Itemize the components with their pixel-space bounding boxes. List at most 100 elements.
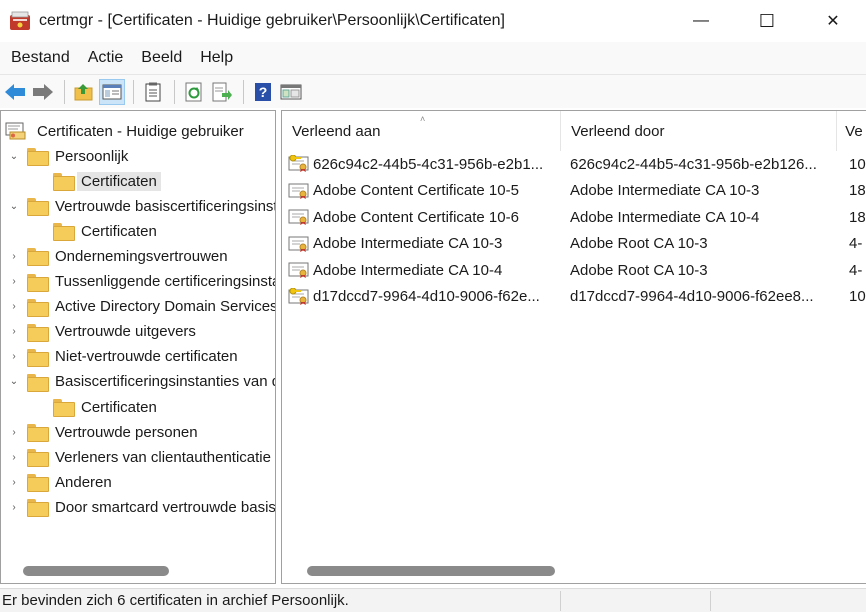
table-row[interactable]: Adobe Content Certificate 10-6 Adobe Inte… (282, 204, 866, 230)
collapse-chevron-icon[interactable]: › (7, 301, 21, 312)
cell-expiration: 4- (849, 235, 863, 252)
expand-chevron-icon[interactable]: ⌄ (7, 376, 21, 387)
collapse-chevron-icon[interactable]: › (7, 251, 21, 262)
properties-button[interactable] (140, 79, 166, 105)
cell-issued-to: Adobe Content Certificate 10-5 (313, 182, 519, 199)
certificate-icon (288, 182, 310, 200)
tree-item-label: Active Directory Domain Services (55, 298, 276, 316)
tree-item[interactable]: › Verleners van clientauthenticatie (7, 445, 275, 469)
back-button[interactable] (2, 79, 28, 105)
toolbar-separator (174, 79, 175, 104)
tree-item-label: Basiscertificeringsinstanties van derden (55, 373, 275, 391)
key-certificate-icon (288, 287, 310, 306)
maximize-button[interactable]: ☐ (734, 0, 800, 42)
cell-expiration: 4- (849, 261, 863, 279)
folder-icon (27, 424, 49, 443)
tree-item[interactable]: › Ondernemingsvertrouwen (7, 244, 232, 268)
export-list-icon (212, 82, 232, 101)
console-tree-pane[interactable]: Certificaten - Huidige gebruiker ⌄ Persoo… (0, 110, 276, 584)
tree-item[interactable]: Certificaten (33, 395, 161, 419)
show-hide-tree-button[interactable] (99, 78, 125, 105)
menu-help[interactable]: Help (191, 49, 242, 67)
column-label: Ve (845, 122, 863, 140)
tree-horizontal-scrollbar-thumb[interactable] (23, 566, 169, 576)
folder-icon (27, 273, 49, 292)
tree-item[interactable]: Certificaten (33, 219, 161, 243)
menu-beeld[interactable]: Beeld (132, 49, 191, 67)
menu-bestand[interactable]: Bestand (2, 49, 79, 67)
tree-item-label: Niet-vertrouwde certificaten (55, 348, 238, 366)
collapse-chevron-icon[interactable]: › (7, 452, 21, 463)
tree-item[interactable]: › Vertrouwde uitgevers (7, 320, 200, 344)
toolbar-separator (133, 79, 134, 104)
tree-item[interactable]: › Niet-vertrouwde certificaten (7, 345, 242, 369)
table-row[interactable]: Adobe Intermediate CA 10-4 Adobe Root CA … (282, 257, 866, 283)
table-row[interactable]: Adobe Intermediate CA 10-3 Adobe Root CA … (282, 231, 866, 257)
cell-expiration: 10 (849, 288, 866, 305)
sort-ascending-icon: ˄ (420, 114, 426, 124)
list-horizontal-scrollbar-thumb[interactable] (307, 566, 555, 576)
tree-item-label: Certificaten (81, 222, 157, 240)
menu-actie[interactable]: Actie (79, 49, 133, 67)
tree-item[interactable]: ⌄ Vertrouwde basiscertificeringsinstantie… (7, 194, 275, 218)
minimize-button[interactable]: — (668, 0, 734, 42)
expand-chevron-icon[interactable]: ⌄ (7, 201, 21, 212)
export-list-button[interactable] (209, 79, 235, 105)
column-header-expiration[interactable]: Ve (837, 111, 866, 151)
certificate-icon (288, 261, 310, 279)
status-divider (710, 591, 711, 611)
tree-item[interactable]: › Door smartcard vertrouwde basiscertific… (7, 495, 276, 519)
column-label: Verleend door (571, 122, 665, 140)
table-row[interactable]: 626c94c2-44b5-4c31-956b-e2b1... 626c94c2-… (282, 151, 866, 177)
tree-item-label: Ondernemingsvertrouwen (55, 247, 228, 265)
collapse-chevron-icon[interactable]: › (7, 477, 21, 488)
close-button[interactable]: ✕ (800, 0, 866, 42)
svg-text:?: ? (259, 84, 268, 100)
tree-item-label: Certificaten (81, 398, 157, 416)
certificate-icon (288, 235, 310, 253)
tree-root-label: Certificaten - Huidige gebruiker (37, 122, 244, 140)
cell-issued-by: d17dccd7-9964-4d10-9006-f62ee8... (570, 288, 814, 305)
tree-item[interactable]: › Anderen (7, 470, 116, 494)
up-folder-button[interactable] (71, 79, 97, 105)
tree-item[interactable]: Certificaten (33, 169, 161, 193)
refresh-button[interactable] (181, 79, 207, 105)
cell-issued-by: Adobe Intermediate CA 10-3 (570, 182, 760, 199)
tree-root[interactable]: Certificaten - Huidige gebruiker (5, 119, 248, 143)
tree-item[interactable]: ⌄ Basiscertificeringsinstanties van derde… (7, 370, 275, 394)
collapse-chevron-icon[interactable]: › (7, 276, 21, 287)
help-icon: ? (255, 82, 271, 101)
collapse-chevron-icon[interactable]: › (7, 326, 21, 337)
tree-item[interactable]: › Vertrouwde personen (7, 420, 202, 444)
tree-item[interactable]: › Tussenliggende certificeringsinstanties (7, 270, 275, 294)
certificate-list-pane[interactable]: Verleend aan Verleend door Ve ˄ 626c94c2… (281, 110, 866, 584)
cell-issued-by: Adobe Root CA 10-3 (570, 261, 708, 279)
table-row[interactable]: d17dccd7-9964-4d10-9006-f62e... d17dccd7-… (282, 284, 866, 310)
folder-icon (53, 399, 75, 417)
toolbar-separator (64, 79, 65, 104)
tree-item[interactable]: ⌄ Persoonlijk (7, 144, 132, 168)
cell-expiration: 18 (849, 208, 866, 226)
column-label: Verleend aan (292, 122, 381, 140)
refresh-icon (185, 82, 202, 101)
forward-button[interactable] (30, 79, 56, 105)
folder-icon (27, 348, 49, 367)
help-button[interactable]: ? (250, 79, 276, 105)
title-bar: certmgr - [Certificaten - Huidige gebrui… (0, 0, 866, 42)
folder-icon (53, 223, 75, 242)
tree-item[interactable]: › Active Directory Domain Services (7, 295, 276, 319)
tree-item-label: Door smartcard vertrouwde basiscertifica… (55, 498, 276, 516)
collapse-chevron-icon[interactable]: › (7, 502, 21, 513)
collapse-chevron-icon[interactable]: › (7, 427, 21, 438)
column-header-issued-by[interactable]: Verleend door (561, 111, 838, 151)
expand-chevron-icon[interactable]: ⌄ (7, 151, 21, 162)
table-row[interactable]: Adobe Content Certificate 10-5 Adobe Inte… (282, 178, 866, 204)
collapse-chevron-icon[interactable]: › (7, 351, 21, 362)
mmc-view-button[interactable] (278, 79, 304, 105)
toolbar: ? (0, 74, 866, 108)
folder-icon (27, 474, 49, 493)
cell-issued-to: Adobe Intermediate CA 10-4 (313, 261, 503, 279)
folder-icon (27, 373, 49, 392)
status-divider (560, 591, 561, 611)
key-certificate-icon (288, 154, 310, 173)
